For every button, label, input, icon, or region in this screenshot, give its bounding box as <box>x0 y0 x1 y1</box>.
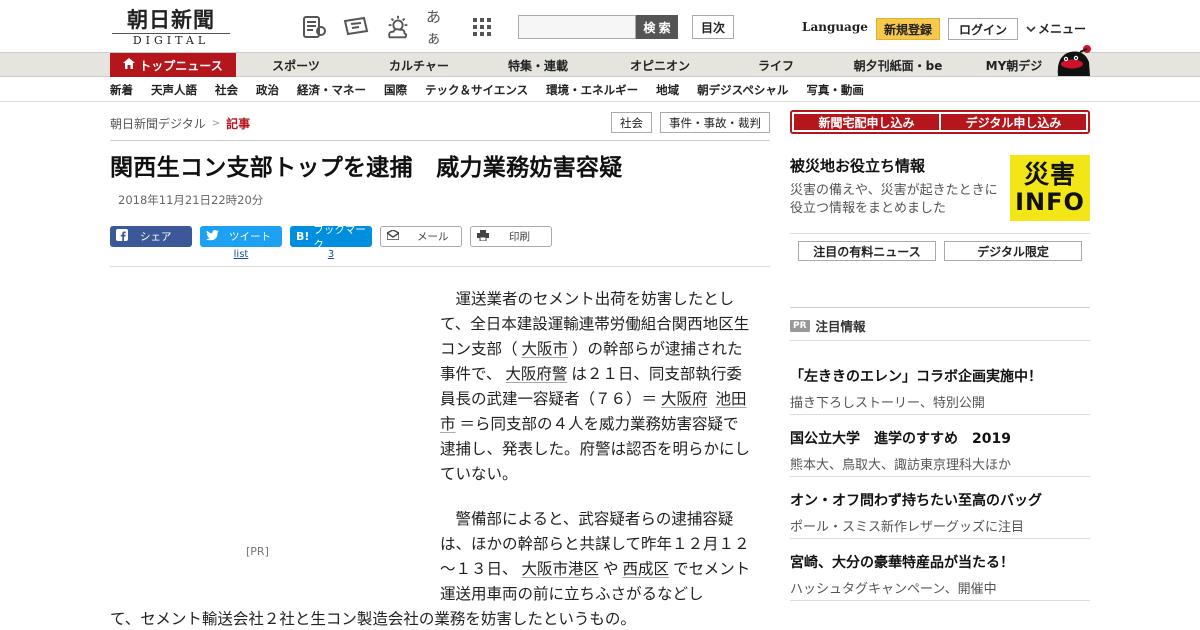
nav2-latest[interactable]: 新着 <box>110 82 133 98</box>
category-tag-society[interactable]: 社会 <box>611 112 652 133</box>
list-item[interactable]: 宮崎、大分の豪華特産品が当たる！ ハッシュタグキャンペーン、開催中 <box>790 539 1090 601</box>
list-item[interactable]: オン・オフ問わず持ちたい至高のバッグ ポール・スミス新作レザーグッズに注目 <box>790 477 1090 539</box>
disaster-info-box[interactable]: 被災地お役立ち情報 災害の備えや、災害が起きたときに役立つ情報をまとめました 災… <box>790 155 1090 223</box>
mail-icon <box>386 229 400 243</box>
article-headline: 関西生コン支部トップを逮捕 威力業務妨害容疑 <box>110 154 623 181</box>
mail-share-button[interactable]: メール <box>380 226 462 247</box>
logo-main-text: 朝日新聞 <box>127 7 215 32</box>
disaster-info-description: 災害の備えや、災害が起きたときに役立つ情報をまとめました <box>790 183 998 216</box>
tab-digital-only[interactable]: デジタル限定 <box>944 241 1082 261</box>
category-tag-incident[interactable]: 事件・事故・裁判 <box>660 112 770 133</box>
site-header: 朝日新聞 DIGITAL あぁ 検 索 目次 Language 新規登録 ログイ… <box>0 0 1200 52</box>
nav-life[interactable]: ライフ <box>726 53 826 77</box>
weather-icon[interactable] <box>384 13 412 41</box>
nav-culture[interactable]: カルチャー <box>356 53 482 77</box>
disaster-info-logo: 災害 INFO <box>1010 155 1090 221</box>
keyword-link[interactable]: 大阪府警 <box>501 365 571 383</box>
facebook-share-button[interactable]: シェア <box>110 226 192 247</box>
hatena-bookmark-button[interactable]: B! ブックマーク 3 <box>290 224 372 260</box>
primary-nav: トップニュース スポーツ カルチャー 特集・連載 オピニオン ライフ 朝夕刊紙面… <box>0 52 1200 77</box>
grid-menu-icon[interactable] <box>468 13 496 41</box>
divider <box>790 340 1090 341</box>
subscription-buttons: 新聞宅配申し込み デジタル申し込み <box>790 110 1090 134</box>
search-input[interactable] <box>518 15 636 39</box>
category-tags: 社会 事件・事故・裁判 <box>611 112 770 133</box>
nav2-special[interactable]: 朝デジスペシャル <box>697 82 788 98</box>
breadcrumb-separator: > <box>211 118 221 129</box>
nav-features[interactable]: 特集・連載 <box>482 53 594 77</box>
hatena-bookmark-icon: B! <box>296 230 310 243</box>
divider <box>110 140 770 141</box>
breadcrumb-current: 記事 <box>226 117 251 131</box>
article-body: 運送業者のセメント出荷を妨害したとして、全日本建設運輸連帯労働組合関西地区生コン… <box>440 287 752 627</box>
breadcrumb-home[interactable]: 朝日新聞デジタル <box>110 115 206 132</box>
list-item[interactable]: 「左ききのエレン」コラボ企画実施中！ 描き下ろしストーリー、特別公開 <box>790 353 1090 415</box>
keyword-link[interactable]: 大阪府 <box>657 390 712 408</box>
pr-list: 「左ききのエレン」コラボ企画実施中！ 描き下ろしストーリー、特別公開 国公立大学… <box>790 366 1090 601</box>
ad-label: [PR] <box>246 545 269 558</box>
nav2-environment[interactable]: 環境・エネルギー <box>546 82 638 98</box>
nav2-tech-science[interactable]: テック＆サイエンス <box>425 82 528 98</box>
language-link[interactable]: Language <box>802 20 868 34</box>
keyword-link[interactable]: 大阪市 <box>518 340 573 358</box>
nav2-tenseijingo[interactable]: 天声人語 <box>151 82 197 98</box>
logo-sub-text: DIGITAL <box>112 33 230 47</box>
facebook-icon <box>116 229 128 244</box>
nav-sports[interactable]: スポーツ <box>236 53 356 77</box>
mascot-icon[interactable] <box>1054 42 1092 78</box>
nav2-region[interactable]: 地域 <box>656 82 679 98</box>
twitter-icon <box>206 229 219 244</box>
header-tools: あぁ <box>300 8 496 47</box>
secondary-nav: 新着 天声人語 社会 政治 経済・マネー 国際 テック＆サイエンス 環境・エネル… <box>0 78 1200 102</box>
pr-section-heading: PR 注目情報 <box>790 316 866 335</box>
breadcrumb: 朝日新聞デジタル > 記事 <box>110 115 250 132</box>
sidebar-tabs: 注目の有料ニュース デジタル限定 <box>798 241 1082 261</box>
keyword-link[interactable]: 大阪市港区 <box>518 560 604 578</box>
divider <box>110 266 770 267</box>
site-logo[interactable]: 朝日新聞 DIGITAL <box>112 7 230 47</box>
article-paragraph: 警備部によると、武容疑者らの逮捕容疑は、ほかの幹部らと共謀して昨年１２月１２～１… <box>440 510 751 603</box>
nav2-international[interactable]: 国際 <box>384 82 407 98</box>
article-paragraph: 運送業者のセメント出荷を妨害したとして、全日本建設運輸連帯労働組合関西地区生コン… <box>440 290 751 483</box>
home-icon <box>123 58 136 72</box>
print-button[interactable]: 印刷 <box>470 226 552 247</box>
menu-label: メニュー <box>1038 22 1087 36</box>
keyword-link[interactable]: 西成区 <box>619 560 674 578</box>
ticket-icon[interactable] <box>342 13 370 41</box>
hatena-bookmark-count[interactable]: 3 <box>290 249 372 260</box>
digital-subscribe-button[interactable]: デジタル申し込み <box>941 114 1086 130</box>
printer-icon <box>477 229 489 244</box>
article-date: 2018年11月21日22時20分 <box>118 193 264 207</box>
twitter-share-button[interactable]: ツイート list <box>200 226 282 260</box>
list-item[interactable]: 国公立大学 進学のすすめ 2019 熊本大、鳥取大、諏訪東京理科大ほか <box>790 415 1090 477</box>
tab-paid-news[interactable]: 注目の有料ニュース <box>798 241 936 261</box>
paper-subscribe-button[interactable]: 新聞宅配申し込み <box>794 114 939 130</box>
nav2-society[interactable]: 社会 <box>215 82 238 98</box>
nav-opinion[interactable]: オピニオン <box>594 53 726 77</box>
nav2-economy[interactable]: 経済・マネー <box>297 82 366 98</box>
nav-my-asadigi[interactable]: MY朝デジ <box>970 53 1058 77</box>
chevron-down-icon <box>1026 22 1036 36</box>
article-paragraph-tail: て、セメント輸送会社２社と生コン製造会社の業務を妨害したというもの。 <box>110 610 636 628</box>
share-buttons: シェア ツイート list B! ブックマーク 3 メール 印刷 <box>110 224 552 260</box>
nav2-politics[interactable]: 政治 <box>256 82 279 98</box>
signup-button[interactable]: 新規登録 <box>876 18 940 40</box>
nav-newspaper-be[interactable]: 朝夕刊紙面・be <box>826 53 970 77</box>
index-button[interactable]: 目次 <box>692 15 734 39</box>
search-button[interactable]: 検 索 <box>636 15 678 39</box>
divider <box>790 233 1090 234</box>
nav-top-news[interactable]: トップニュース <box>110 53 236 77</box>
font-size-icon[interactable]: あぁ <box>426 8 454 47</box>
login-button[interactable]: ログイン <box>948 18 1018 40</box>
divider <box>790 307 1090 308</box>
menu-button[interactable]: メニュー <box>1026 20 1086 37</box>
twitter-share-count[interactable]: list <box>200 249 282 260</box>
newspaper-icon[interactable] <box>300 13 328 41</box>
pr-badge: PR <box>790 319 810 332</box>
nav2-photo-video[interactable]: 写真・動画 <box>806 82 864 98</box>
